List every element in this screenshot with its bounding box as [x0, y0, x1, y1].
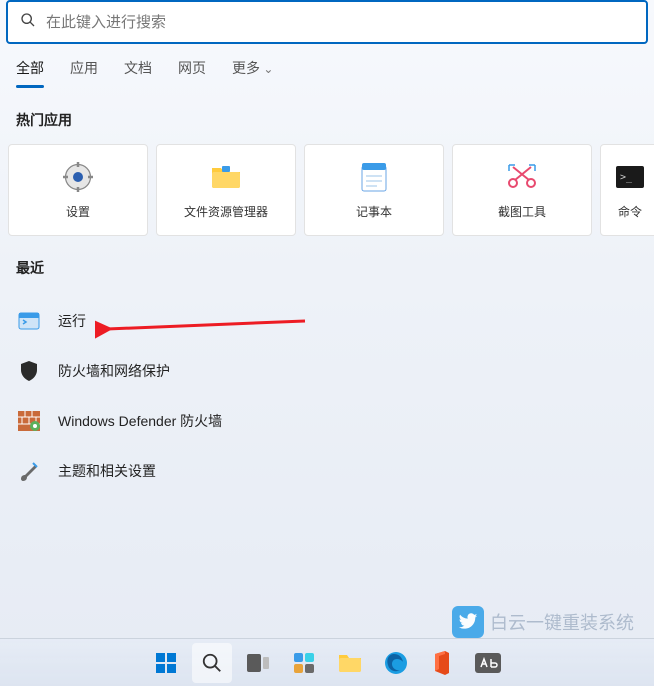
notepad-icon	[358, 161, 390, 193]
taskbar-explorer[interactable]	[330, 643, 370, 683]
app-card-notepad[interactable]: 记事本	[304, 144, 444, 236]
svg-text:>_: >_	[620, 172, 633, 183]
search-input[interactable]	[46, 14, 634, 31]
bird-icon	[452, 606, 484, 638]
shield-icon	[18, 360, 40, 382]
watermark-text: 白云一键重装系统	[490, 609, 634, 635]
recent-list: 运行 防火墙和网络保护 Windows Defender 防火墙 主题和相关设置	[0, 292, 654, 500]
recent-item-label: 主题和相关设置	[58, 461, 156, 481]
filter-tabs: 全部 应用 文档 网页 更多	[0, 44, 654, 88]
taskbar	[0, 638, 654, 686]
tab-more[interactable]: 更多	[232, 58, 273, 88]
tab-docs[interactable]: 文档	[124, 58, 152, 88]
watermark: 白云一键重装系统	[452, 606, 634, 638]
recent-item-label: Windows Defender 防火墙	[58, 411, 222, 431]
taskbar-widgets[interactable]	[284, 643, 324, 683]
recent-item-label: 运行	[58, 311, 86, 331]
taskbar-start[interactable]	[146, 643, 186, 683]
app-card-settings[interactable]: 设置	[8, 144, 148, 236]
recent-item-theme[interactable]: 主题和相关设置	[10, 446, 644, 496]
section-hot-apps-title: 热门应用	[0, 88, 654, 144]
section-recent-title: 最近	[0, 236, 654, 292]
tab-apps[interactable]: 应用	[70, 58, 98, 88]
paintbrush-icon	[18, 460, 40, 482]
hot-apps-grid: 设置 文件资源管理器 记事本 截图工具 >_ 命令	[0, 144, 654, 236]
app-card-snip[interactable]: 截图工具	[452, 144, 592, 236]
search-bar[interactable]	[6, 0, 648, 44]
folder-icon	[210, 161, 242, 193]
search-icon	[20, 12, 36, 33]
scissors-icon	[506, 161, 538, 193]
app-card-label: 文件资源管理器	[184, 203, 268, 220]
recent-item-label: 防火墙和网络保护	[58, 361, 170, 381]
recent-item-defender[interactable]: Windows Defender 防火墙	[10, 396, 644, 446]
app-card-label: 记事本	[356, 203, 392, 220]
taskbar-edge[interactable]	[376, 643, 416, 683]
app-card-label: 截图工具	[498, 203, 546, 220]
app-card-explorer[interactable]: 文件资源管理器	[156, 144, 296, 236]
terminal-icon: >_	[614, 161, 646, 193]
run-icon	[18, 310, 40, 332]
gear-icon	[62, 161, 94, 193]
app-card-label: 命令	[618, 203, 642, 220]
recent-item-firewall[interactable]: 防火墙和网络保护	[10, 346, 644, 396]
tab-web[interactable]: 网页	[178, 58, 206, 88]
app-card-label: 设置	[66, 203, 90, 220]
taskbar-office[interactable]	[422, 643, 462, 683]
taskbar-taskview[interactable]	[238, 643, 278, 683]
taskbar-search[interactable]	[192, 643, 232, 683]
taskbar-app[interactable]	[468, 643, 508, 683]
recent-item-run[interactable]: 运行	[10, 296, 644, 346]
tab-all[interactable]: 全部	[16, 58, 44, 88]
brick-wall-icon	[18, 410, 40, 432]
app-card-cmd[interactable]: >_ 命令	[600, 144, 654, 236]
